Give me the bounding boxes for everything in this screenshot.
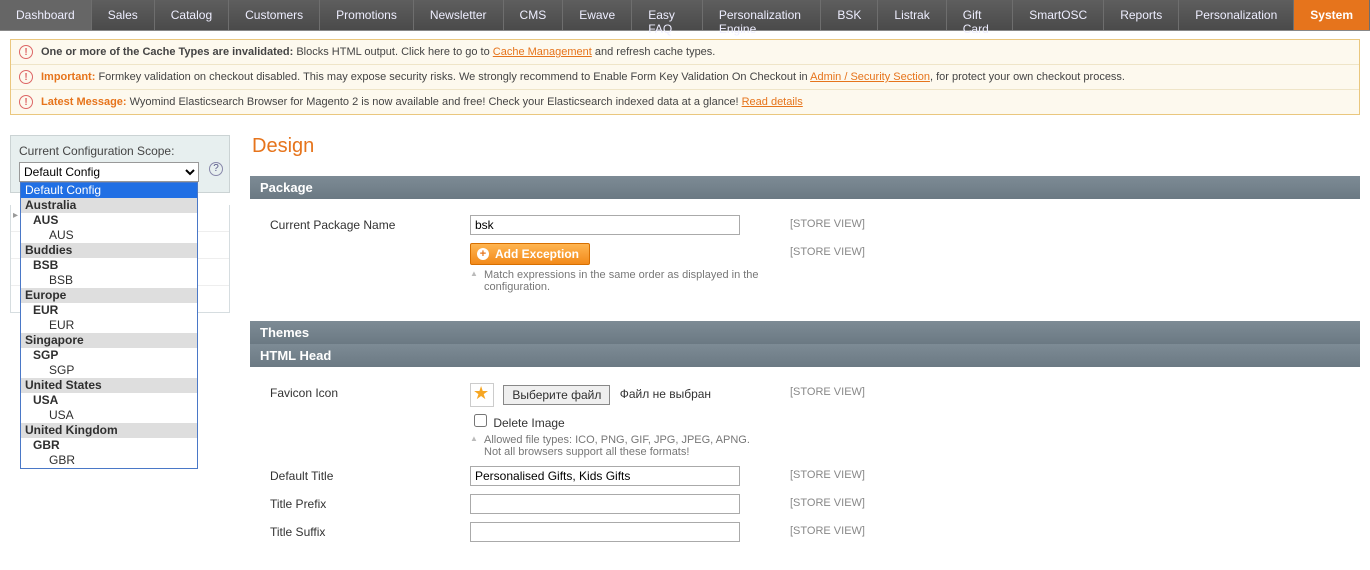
top-nav: DashboardSalesCatalogCustomersPromotions… <box>0 0 1370 31</box>
nav-item-reports[interactable]: Reports <box>1104 0 1179 30</box>
nav-item-listrak[interactable]: Listrak <box>878 0 946 30</box>
help-icon[interactable]: ? <box>209 162 223 176</box>
alert-icon: ! <box>19 45 33 59</box>
notice-important-bold: Important: <box>41 71 95 83</box>
scope-option[interactable]: USA <box>21 408 197 423</box>
scope-option[interactable]: SGP <box>21 348 197 363</box>
nav-item-personalization[interactable]: Personalization <box>1179 0 1294 30</box>
file-none-text: Файл не выбран <box>620 387 711 401</box>
scope-option[interactable]: United States <box>21 378 197 393</box>
favicon-hint: Allowed file types: ICO, PNG, GIF, JPG, … <box>470 434 770 458</box>
package-name-scope: [STORE VIEW] <box>770 215 865 230</box>
notice-latest-bold: Latest Message: <box>41 96 127 108</box>
scope-option[interactable]: Australia <box>21 198 197 213</box>
delete-image-label: Delete Image <box>493 416 564 430</box>
notice-latest-text: Wyomind Elasticsearch Browser for Magent… <box>127 96 742 108</box>
cache-management-link[interactable]: Cache Management <box>493 46 592 58</box>
title-suffix-scope: [STORE VIEW] <box>770 522 865 537</box>
nav-item-sales[interactable]: Sales <box>92 0 155 30</box>
title-prefix-input[interactable] <box>470 494 740 514</box>
nav-item-customers[interactable]: Customers <box>229 0 320 30</box>
scope-option[interactable]: USA <box>21 393 197 408</box>
nav-item-gift-card[interactable]: Gift Card <box>947 0 1013 30</box>
scope-option[interactable]: Singapore <box>21 333 197 348</box>
scope-option[interactable]: SGP <box>21 363 197 378</box>
file-choose-button[interactable]: Выберите файл <box>503 385 610 405</box>
notice-cache-tail: and refresh cache types. <box>592 46 716 58</box>
plus-icon: + <box>477 248 489 260</box>
section-package: Package Current Package Name [STORE VIEW… <box>250 176 1360 305</box>
title-prefix-label: Title Prefix <box>270 494 470 511</box>
favicon-label: Favicon Icon <box>270 383 470 400</box>
scope-box: Current Configuration Scope: Default Con… <box>10 135 230 193</box>
notice-latest: ! Latest Message: Wyomind Elasticsearch … <box>11 90 1359 114</box>
nav-item-newsletter[interactable]: Newsletter <box>414 0 504 30</box>
add-exception-label: Add Exception <box>495 247 579 261</box>
nav-item-personalization-engine[interactable]: Personalization Engine <box>703 0 822 30</box>
default-title-scope: [STORE VIEW] <box>770 466 865 481</box>
nav-item-catalog[interactable]: Catalog <box>155 0 229 30</box>
notice-important-tail: , for protect your own checkout process. <box>930 71 1125 83</box>
read-details-link[interactable]: Read details <box>742 96 803 108</box>
scope-option[interactable]: GBR <box>21 438 197 453</box>
default-title-label: Default Title <box>270 466 470 483</box>
notice-important-text: Formkey validation on checkout disabled.… <box>95 71 810 83</box>
scope-option[interactable]: Buddies <box>21 243 197 258</box>
add-exception-button[interactable]: + Add Exception <box>470 243 590 265</box>
scope-select[interactable]: Default Config <box>19 162 199 182</box>
package-name-input[interactable] <box>470 215 740 235</box>
nav-item-promotions[interactable]: Promotions <box>320 0 414 30</box>
section-bar-themes[interactable]: Themes <box>250 321 1360 344</box>
section-bar-package[interactable]: Package <box>250 176 1360 199</box>
package-name-label: Current Package Name <box>270 215 470 232</box>
default-title-input[interactable] <box>470 466 740 486</box>
scope-label: Current Configuration Scope: <box>19 144 221 158</box>
nav-item-bsk[interactable]: BSK <box>821 0 878 30</box>
scope-option[interactable]: United Kingdom <box>21 423 197 438</box>
notice-panel: ! One or more of the Cache Types are inv… <box>10 39 1360 115</box>
notice-formkey: ! Important: Formkey validation on check… <box>11 65 1359 90</box>
scope-option[interactable]: EUR <box>21 303 197 318</box>
scope-option[interactable]: AUS <box>21 228 197 243</box>
title-suffix-input[interactable] <box>470 522 740 542</box>
scope-option[interactable]: AUS <box>21 213 197 228</box>
section-bar-html-head[interactable]: HTML Head <box>250 344 1360 367</box>
favicon-scope: [STORE VIEW] <box>770 383 865 398</box>
scope-option[interactable]: GBR <box>21 453 197 468</box>
package-hint: Match expressions in the same order as d… <box>470 269 770 293</box>
scope-option[interactable]: BSB <box>21 258 197 273</box>
notice-cache-text: Blocks HTML output. Click here to go to <box>293 46 493 58</box>
favicon-preview <box>470 383 494 407</box>
alert-icon: ! <box>19 70 33 84</box>
scope-option[interactable]: BSB <box>21 273 197 288</box>
delete-image-checkbox[interactable] <box>474 414 487 427</box>
scope-dropdown[interactable]: Default ConfigAustraliaAUSAUSBuddiesBSBB… <box>20 182 198 469</box>
add-exception-scope: [STORE VIEW] <box>770 243 865 258</box>
nav-item-system[interactable]: System <box>1294 0 1370 30</box>
nav-item-dashboard[interactable]: Dashboard <box>0 0 92 30</box>
title-prefix-scope: [STORE VIEW] <box>770 494 865 509</box>
nav-item-easy-faq[interactable]: Easy FAQ <box>632 0 703 30</box>
nav-item-smartosc[interactable]: SmartOSC <box>1013 0 1104 30</box>
notice-cache: ! One or more of the Cache Types are inv… <box>11 40 1359 65</box>
section-themes: Themes HTML Head Favicon Icon Выберите ф… <box>250 321 1360 554</box>
nav-item-cms[interactable]: CMS <box>504 0 564 30</box>
admin-security-link[interactable]: Admin / Security Section <box>810 71 930 83</box>
alert-icon: ! <box>19 95 33 109</box>
scope-option[interactable]: EUR <box>21 318 197 333</box>
title-suffix-label: Title Suffix <box>270 522 470 539</box>
scope-option[interactable]: Europe <box>21 288 197 303</box>
notice-cache-bold: One or more of the Cache Types are inval… <box>41 46 293 58</box>
nav-item-ewave[interactable]: Ewave <box>563 0 632 30</box>
page-title: Design <box>252 135 1360 158</box>
scope-option[interactable]: Default Config <box>21 183 197 198</box>
